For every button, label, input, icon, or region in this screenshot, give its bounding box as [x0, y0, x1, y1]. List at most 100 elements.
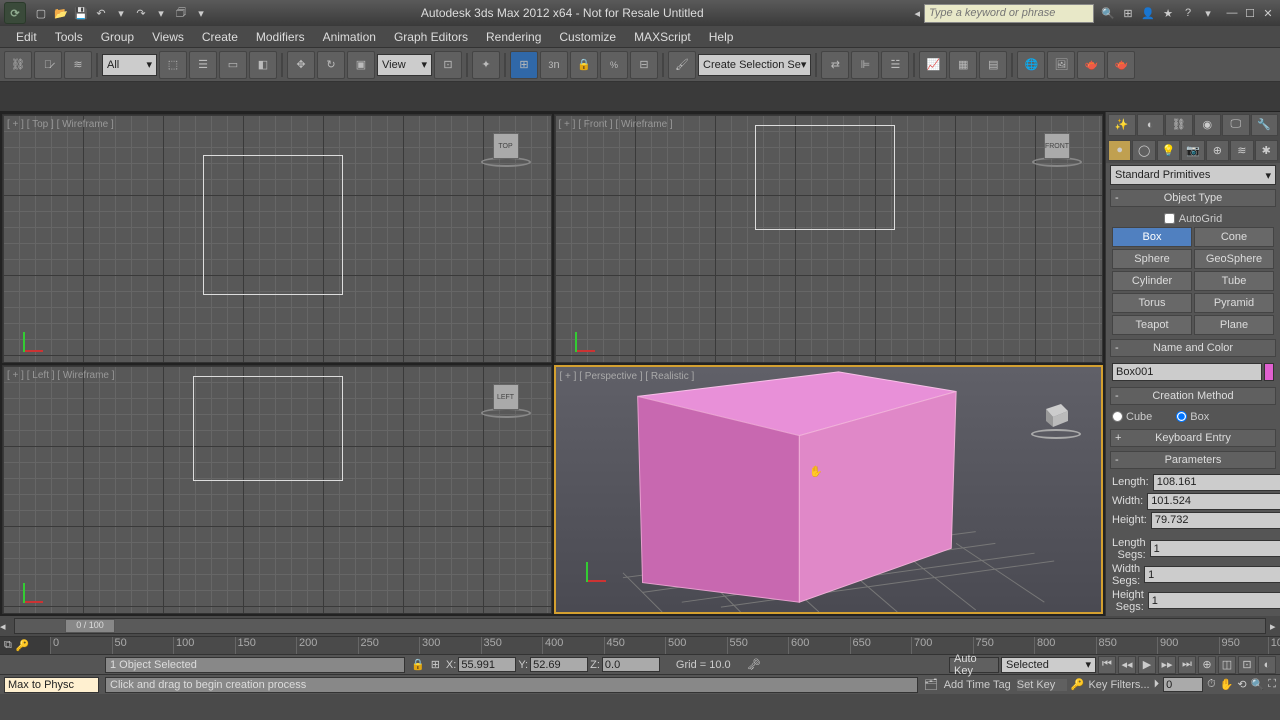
- length-input[interactable]: [1153, 474, 1280, 491]
- scale-icon[interactable]: ▣: [347, 51, 375, 79]
- geosphere-button[interactable]: GeoSphere: [1194, 249, 1274, 269]
- setkey-button[interactable]: Set Key: [1017, 679, 1067, 691]
- render-setup-icon[interactable]: 🌐: [1017, 51, 1045, 79]
- time-slider-track[interactable]: 0 / 100: [14, 618, 1266, 634]
- utilities-tab-icon[interactable]: 🔧: [1251, 114, 1279, 136]
- modify-tab-icon[interactable]: ◐: [1137, 114, 1165, 136]
- pyramid-button[interactable]: Pyramid: [1194, 293, 1274, 313]
- rotate-icon[interactable]: ↻: [317, 51, 345, 79]
- bind-icon[interactable]: ≋: [64, 51, 92, 79]
- hierarchy-tab-icon[interactable]: ⛓: [1165, 114, 1193, 136]
- wsegs-input[interactable]: [1144, 566, 1280, 583]
- cone-button[interactable]: Cone: [1194, 227, 1274, 247]
- play-icon[interactable]: ▶: [1138, 656, 1156, 674]
- open-icon[interactable]: 📂: [52, 4, 70, 22]
- window-crossing-icon[interactable]: ◧: [249, 51, 277, 79]
- geometry-subtab-icon[interactable]: ●: [1108, 140, 1131, 162]
- spinner-snap-icon[interactable]: ⊟: [630, 51, 658, 79]
- sphere-button[interactable]: Sphere: [1112, 249, 1192, 269]
- arrow-icon[interactable]: ▾: [1200, 5, 1216, 21]
- viewport-label[interactable]: [ + ] [ Front ] [ Wireframe ]: [559, 119, 673, 130]
- search-input[interactable]: [924, 4, 1094, 23]
- systems-subtab-icon[interactable]: ✱: [1255, 140, 1278, 162]
- z-input[interactable]: [602, 657, 660, 672]
- undo-icon[interactable]: ↶: [92, 4, 110, 22]
- nav-icon[interactable]: ◫: [1218, 656, 1236, 674]
- cube-radio[interactable]: Cube: [1112, 411, 1152, 423]
- helpers-subtab-icon[interactable]: ⊕: [1206, 140, 1229, 162]
- viewport-label[interactable]: [ + ] [ Left ] [ Wireframe ]: [7, 370, 115, 381]
- close-icon[interactable]: ✕: [1260, 6, 1276, 20]
- create-tab-icon[interactable]: ✨: [1108, 114, 1136, 136]
- keyfilters-button[interactable]: Key Filters...: [1088, 679, 1149, 691]
- key-icon[interactable]: 🔑: [16, 639, 30, 652]
- star-icon[interactable]: ★: [1160, 5, 1176, 21]
- goto-start-icon[interactable]: ⏮: [1098, 656, 1116, 674]
- named-selection-dropdown[interactable]: Create Selection Se▾: [698, 54, 811, 76]
- nav-icon[interactable]: ⊕: [1198, 656, 1216, 674]
- arrow-icon[interactable]: ▾: [152, 4, 170, 22]
- menu-modifiers[interactable]: Modifiers: [248, 28, 313, 46]
- lights-subtab-icon[interactable]: 💡: [1157, 140, 1180, 162]
- frame-input[interactable]: [1163, 677, 1203, 692]
- link-icon[interactable]: 🗇: [172, 4, 190, 22]
- key-filter-dropdown[interactable]: Selected▾: [1001, 657, 1096, 673]
- minimize-icon[interactable]: —: [1224, 6, 1240, 20]
- x-input[interactable]: [458, 657, 516, 672]
- redo-icon[interactable]: ↷: [132, 4, 150, 22]
- motion-tab-icon[interactable]: ◉: [1194, 114, 1222, 136]
- key-mode-icon[interactable]: ⧉: [4, 639, 12, 652]
- lsegs-input[interactable]: [1150, 540, 1280, 557]
- select-icon[interactable]: ⬚: [159, 51, 187, 79]
- menu-tools[interactable]: Tools: [47, 28, 91, 46]
- zoom-icon[interactable]: 🔍: [1251, 678, 1265, 691]
- autogrid-checkbox[interactable]: [1164, 213, 1175, 224]
- render-frame-icon[interactable]: 🖼: [1047, 51, 1075, 79]
- viewport-top[interactable]: [ + ] [ Top ] [ Wireframe ] TOP: [2, 114, 552, 363]
- material-editor-icon[interactable]: ▤: [979, 51, 1007, 79]
- max-toggle-icon[interactable]: ⛶: [1268, 678, 1276, 691]
- lock-icon[interactable]: 🔒: [411, 658, 425, 671]
- ref-coord-dropdown[interactable]: View▾: [377, 54, 432, 76]
- goto-end-icon[interactable]: ⏭: [1178, 656, 1196, 674]
- mirror-icon[interactable]: ⇄: [821, 51, 849, 79]
- align-icon[interactable]: ⊫: [851, 51, 879, 79]
- tube-button[interactable]: Tube: [1194, 271, 1274, 291]
- rect-region-icon[interactable]: ▭: [219, 51, 247, 79]
- name-color-rollout[interactable]: -Name and Color: [1110, 339, 1276, 357]
- schematic-icon[interactable]: ▦: [949, 51, 977, 79]
- next-frame-icon[interactable]: ▸▸: [1158, 656, 1176, 674]
- menu-help[interactable]: Help: [701, 28, 742, 46]
- layers-icon[interactable]: ☱: [881, 51, 909, 79]
- arrow-icon[interactable]: ▾: [112, 4, 130, 22]
- box-button[interactable]: Box: [1112, 227, 1192, 247]
- view-cube[interactable]: LEFT: [481, 376, 531, 426]
- object-type-rollout[interactable]: -Object Type: [1110, 189, 1276, 207]
- key-icon[interactable]: 🗝: [747, 658, 761, 671]
- timetag-icon[interactable]: 🗂: [924, 678, 938, 691]
- teapot-button[interactable]: Teapot: [1112, 315, 1192, 335]
- viewport-perspective[interactable]: [ + ] [ Perspective ] [ Realistic ] ✋: [554, 365, 1104, 614]
- menu-grapheditors[interactable]: Graph Editors: [386, 28, 476, 46]
- link-icon[interactable]: ⛓: [4, 51, 32, 79]
- viewport-front[interactable]: [ + ] [ Front ] [ Wireframe ] FRONT: [554, 114, 1104, 363]
- nav-icon[interactable]: ⊡: [1238, 656, 1256, 674]
- binoculars-icon[interactable]: 🔍: [1100, 5, 1116, 21]
- angle-snap-icon[interactable]: 3n: [540, 51, 568, 79]
- move-icon[interactable]: ✥: [287, 51, 315, 79]
- menu-rendering[interactable]: Rendering: [478, 28, 549, 46]
- hsegs-input[interactable]: [1148, 592, 1280, 609]
- person-icon[interactable]: 👤: [1140, 5, 1156, 21]
- keyboard-entry-rollout[interactable]: +Keyboard Entry: [1110, 429, 1276, 447]
- unlink-icon[interactable]: ⛓̷: [34, 51, 62, 79]
- autokey-button[interactable]: Auto Key: [949, 657, 999, 673]
- prev-frame-icon[interactable]: ◂◂: [1118, 656, 1136, 674]
- height-input[interactable]: [1151, 512, 1280, 529]
- parameters-rollout[interactable]: -Parameters: [1110, 451, 1276, 469]
- scroll-right-icon[interactable]: ▸: [1270, 620, 1280, 633]
- shapes-subtab-icon[interactable]: ◯: [1132, 140, 1155, 162]
- maximize-icon[interactable]: ☐: [1242, 6, 1258, 20]
- exchange-icon[interactable]: ⊞: [1120, 5, 1136, 21]
- new-icon[interactable]: ▢: [32, 4, 50, 22]
- display-tab-icon[interactable]: 🖵: [1222, 114, 1250, 136]
